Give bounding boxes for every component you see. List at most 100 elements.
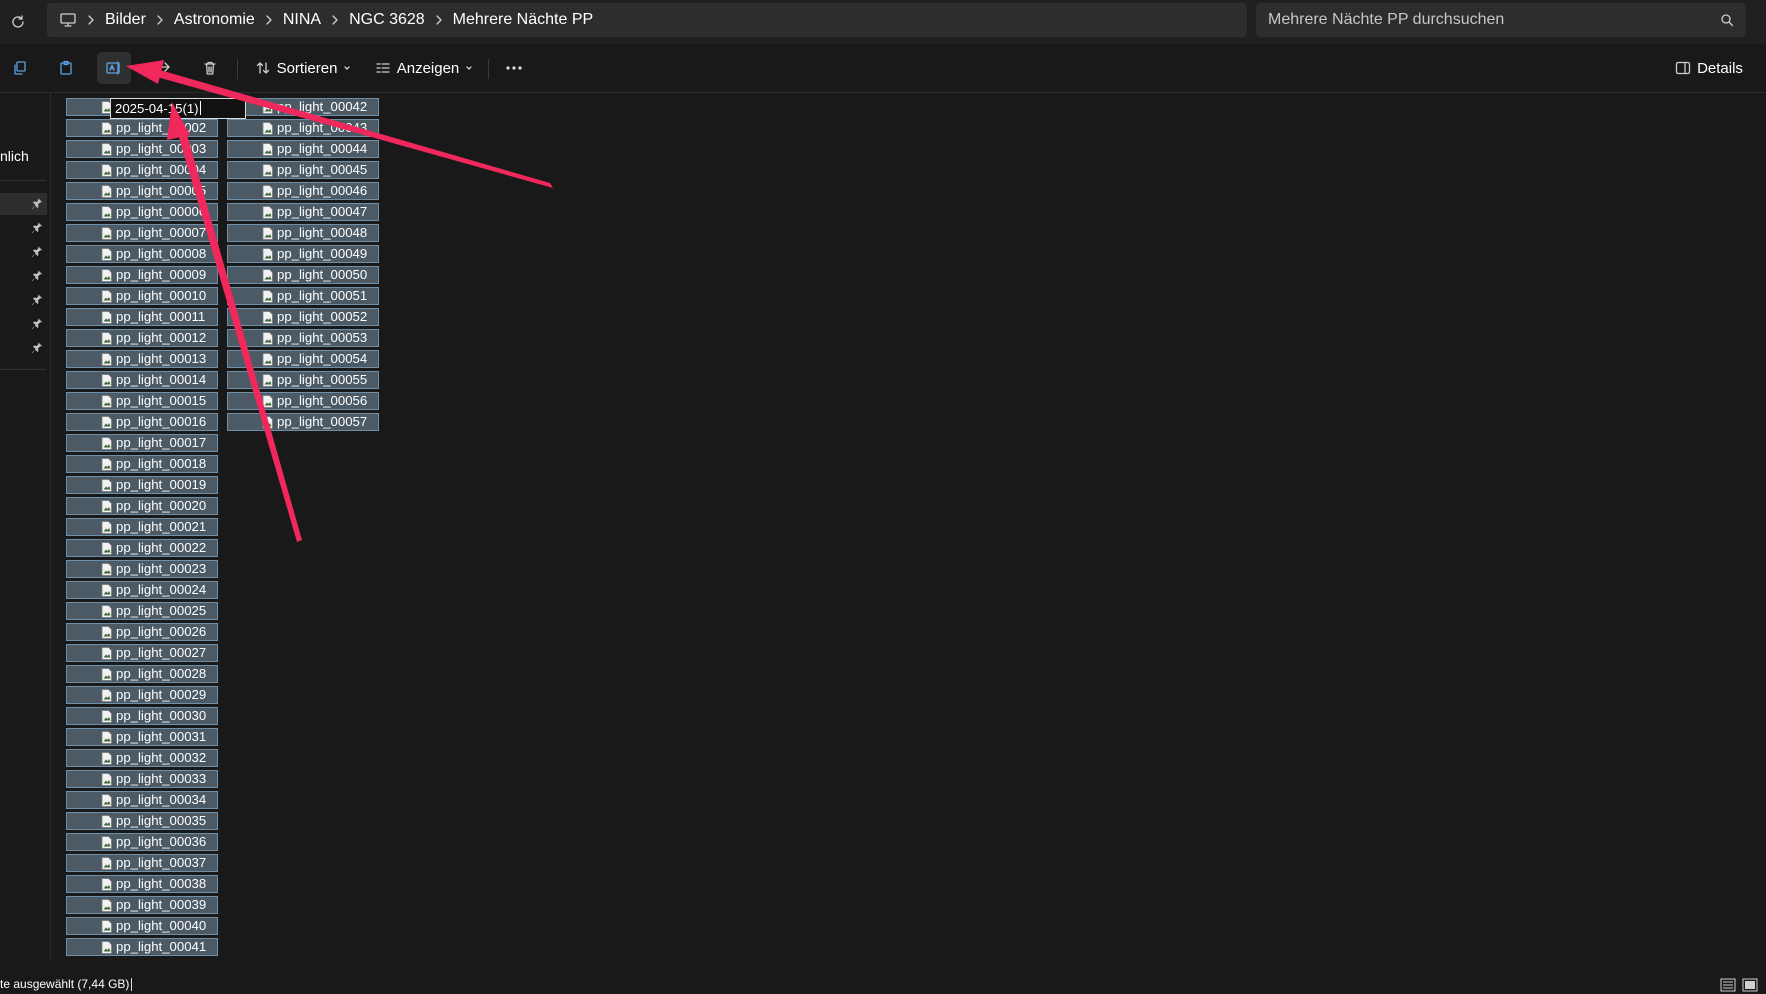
breadcrumb-bilder[interactable]: Bilder xyxy=(105,11,146,29)
file-item[interactable]: pp_light_00031 xyxy=(66,728,218,746)
file-item[interactable]: pp_light_00026 xyxy=(66,623,218,641)
file-item[interactable]: pp_light_00012 xyxy=(66,329,218,347)
file-item[interactable]: pp_light_00014 xyxy=(66,371,218,389)
image-file-icon xyxy=(101,205,112,219)
breadcrumb-astronomie[interactable]: Astronomie xyxy=(174,11,255,29)
file-item[interactable]: pp_light_00020 xyxy=(66,497,218,515)
file-item[interactable]: pp_light_00015 xyxy=(66,392,218,410)
address-bar[interactable]: Bilder Astronomie NINA NGC 3628 Mehrere … xyxy=(47,3,1247,37)
file-item[interactable]: pp_light_00011 xyxy=(66,308,218,326)
file-item[interactable]: pp_light_00035 xyxy=(66,812,218,830)
file-item[interactable]: pp_light_00033 xyxy=(66,770,218,788)
file-name: pp_light_00013 xyxy=(116,351,207,366)
image-file-icon xyxy=(262,415,273,429)
image-file-icon xyxy=(262,268,273,282)
rename-button[interactable] xyxy=(97,52,131,84)
file-name: pp_light_00010 xyxy=(116,288,207,303)
image-file-icon xyxy=(101,226,112,240)
file-item[interactable]: pp_light_00006 xyxy=(66,203,218,221)
image-file-icon xyxy=(101,247,112,261)
file-item[interactable]: pp_light_00004 xyxy=(66,161,218,179)
view-button[interactable]: Anzeigen xyxy=(372,52,476,84)
file-item[interactable]: pp_light_00013 xyxy=(66,350,218,368)
file-item[interactable]: pp_light_00047 xyxy=(227,203,379,221)
file-item[interactable]: pp_light_00023 xyxy=(66,560,218,578)
file-item[interactable]: pp_light_00040 xyxy=(66,917,218,935)
file-item[interactable]: pp_light_00032 xyxy=(66,749,218,767)
file-item[interactable]: pp_light_00055 xyxy=(227,371,379,389)
share-button[interactable] xyxy=(147,52,179,84)
file-item[interactable]: pp_light_00049 xyxy=(227,245,379,263)
chevron-right-icon[interactable] xyxy=(425,14,453,26)
file-item[interactable]: pp_light_00008 xyxy=(66,245,218,263)
file-item[interactable]: pp_light_00053 xyxy=(227,329,379,347)
file-item[interactable]: pp_light_00046 xyxy=(227,182,379,200)
file-item[interactable]: pp_light_00024 xyxy=(66,581,218,599)
tiles-view-icon[interactable] xyxy=(1742,978,1758,992)
file-item[interactable]: pp_light_00010 xyxy=(66,287,218,305)
search-box[interactable]: Mehrere Nächte PP durchsuchen xyxy=(1256,3,1746,37)
file-item[interactable]: pp_light_00057 xyxy=(227,413,379,431)
file-item[interactable]: pp_light_00038 xyxy=(66,875,218,893)
image-file-icon xyxy=(262,142,273,156)
file-item[interactable]: pp_light_00025 xyxy=(66,602,218,620)
file-name: pp_light_00054 xyxy=(277,351,368,366)
more-options-button[interactable] xyxy=(498,52,530,84)
file-item[interactable]: pp_light_00056 xyxy=(227,392,379,410)
file-item[interactable]: pp_light_00030 xyxy=(66,707,218,725)
copy-button[interactable] xyxy=(4,52,36,84)
sort-button[interactable]: Sortieren xyxy=(250,52,356,84)
file-item[interactable]: pp_light_00021 xyxy=(66,518,218,536)
chevron-right-icon[interactable] xyxy=(321,14,349,26)
file-name: pp_light_00038 xyxy=(116,876,207,891)
rename-input[interactable]: 2025-04-15(1) xyxy=(110,98,246,119)
image-file-icon xyxy=(101,142,112,156)
details-view-icon[interactable] xyxy=(1720,978,1736,992)
file-item[interactable]: pp_light_00054 xyxy=(227,350,379,368)
chevron-right-icon[interactable] xyxy=(77,14,105,26)
file-item[interactable]: pp_light_00018 xyxy=(66,455,218,473)
search-input[interactable]: Mehrere Nächte PP durchsuchen xyxy=(1268,11,1504,29)
paste-button[interactable] xyxy=(50,52,82,84)
file-item[interactable]: pp_light_00036 xyxy=(66,833,218,851)
file-item[interactable]: pp_light_00042 xyxy=(227,98,379,116)
file-item[interactable]: pp_light_00037 xyxy=(66,854,218,872)
file-item[interactable]: pp_light_00002 xyxy=(66,119,218,137)
image-file-icon xyxy=(262,352,273,366)
chevron-right-icon[interactable] xyxy=(255,14,283,26)
pc-icon[interactable] xyxy=(59,12,77,28)
file-item[interactable]: pp_light_00051 xyxy=(227,287,379,305)
file-item[interactable]: pp_light_00007 xyxy=(66,224,218,242)
file-item[interactable]: pp_light_00050 xyxy=(227,266,379,284)
breadcrumb-ngc-3628[interactable]: NGC 3628 xyxy=(349,11,425,29)
file-item[interactable]: pp_light_00028 xyxy=(66,665,218,683)
file-item[interactable]: pp_light_00029 xyxy=(66,686,218,704)
search-icon[interactable] xyxy=(1720,13,1734,27)
file-item[interactable]: pp_light_00052 xyxy=(227,308,379,326)
file-item[interactable]: pp_light_00016 xyxy=(66,413,218,431)
command-bar: Sortieren Anzeigen Details xyxy=(0,44,1766,93)
file-item[interactable]: pp_light_00027 xyxy=(66,644,218,662)
file-item[interactable]: pp_light_00048 xyxy=(227,224,379,242)
file-item[interactable]: pp_light_00005 xyxy=(66,182,218,200)
file-item[interactable]: pp_light_00043 xyxy=(227,119,379,137)
refresh-button[interactable] xyxy=(6,10,30,34)
breadcrumb-nina[interactable]: NINA xyxy=(283,11,321,29)
delete-button[interactable] xyxy=(194,52,226,84)
file-item[interactable]: pp_light_00009 xyxy=(66,266,218,284)
details-pane-button[interactable]: Details xyxy=(1668,52,1750,84)
image-file-icon xyxy=(101,268,112,282)
file-item[interactable]: pp_light_00022 xyxy=(66,539,218,557)
file-item[interactable]: pp_light_00039 xyxy=(66,896,218,914)
image-file-icon xyxy=(101,163,112,177)
file-item[interactable]: pp_light_00019 xyxy=(66,476,218,494)
file-item[interactable]: pp_light_00044 xyxy=(227,140,379,158)
file-item[interactable]: pp_light_00003 xyxy=(66,140,218,158)
sidebar-item-label[interactable]: nlich xyxy=(0,148,29,164)
file-item[interactable]: pp_light_00045 xyxy=(227,161,379,179)
breadcrumb-current-folder[interactable]: Mehrere Nächte PP xyxy=(453,11,594,29)
file-item[interactable]: pp_light_00034 xyxy=(66,791,218,809)
chevron-right-icon[interactable] xyxy=(146,14,174,26)
file-item[interactable]: pp_light_00017 xyxy=(66,434,218,452)
file-item[interactable]: pp_light_00041 xyxy=(66,938,218,956)
